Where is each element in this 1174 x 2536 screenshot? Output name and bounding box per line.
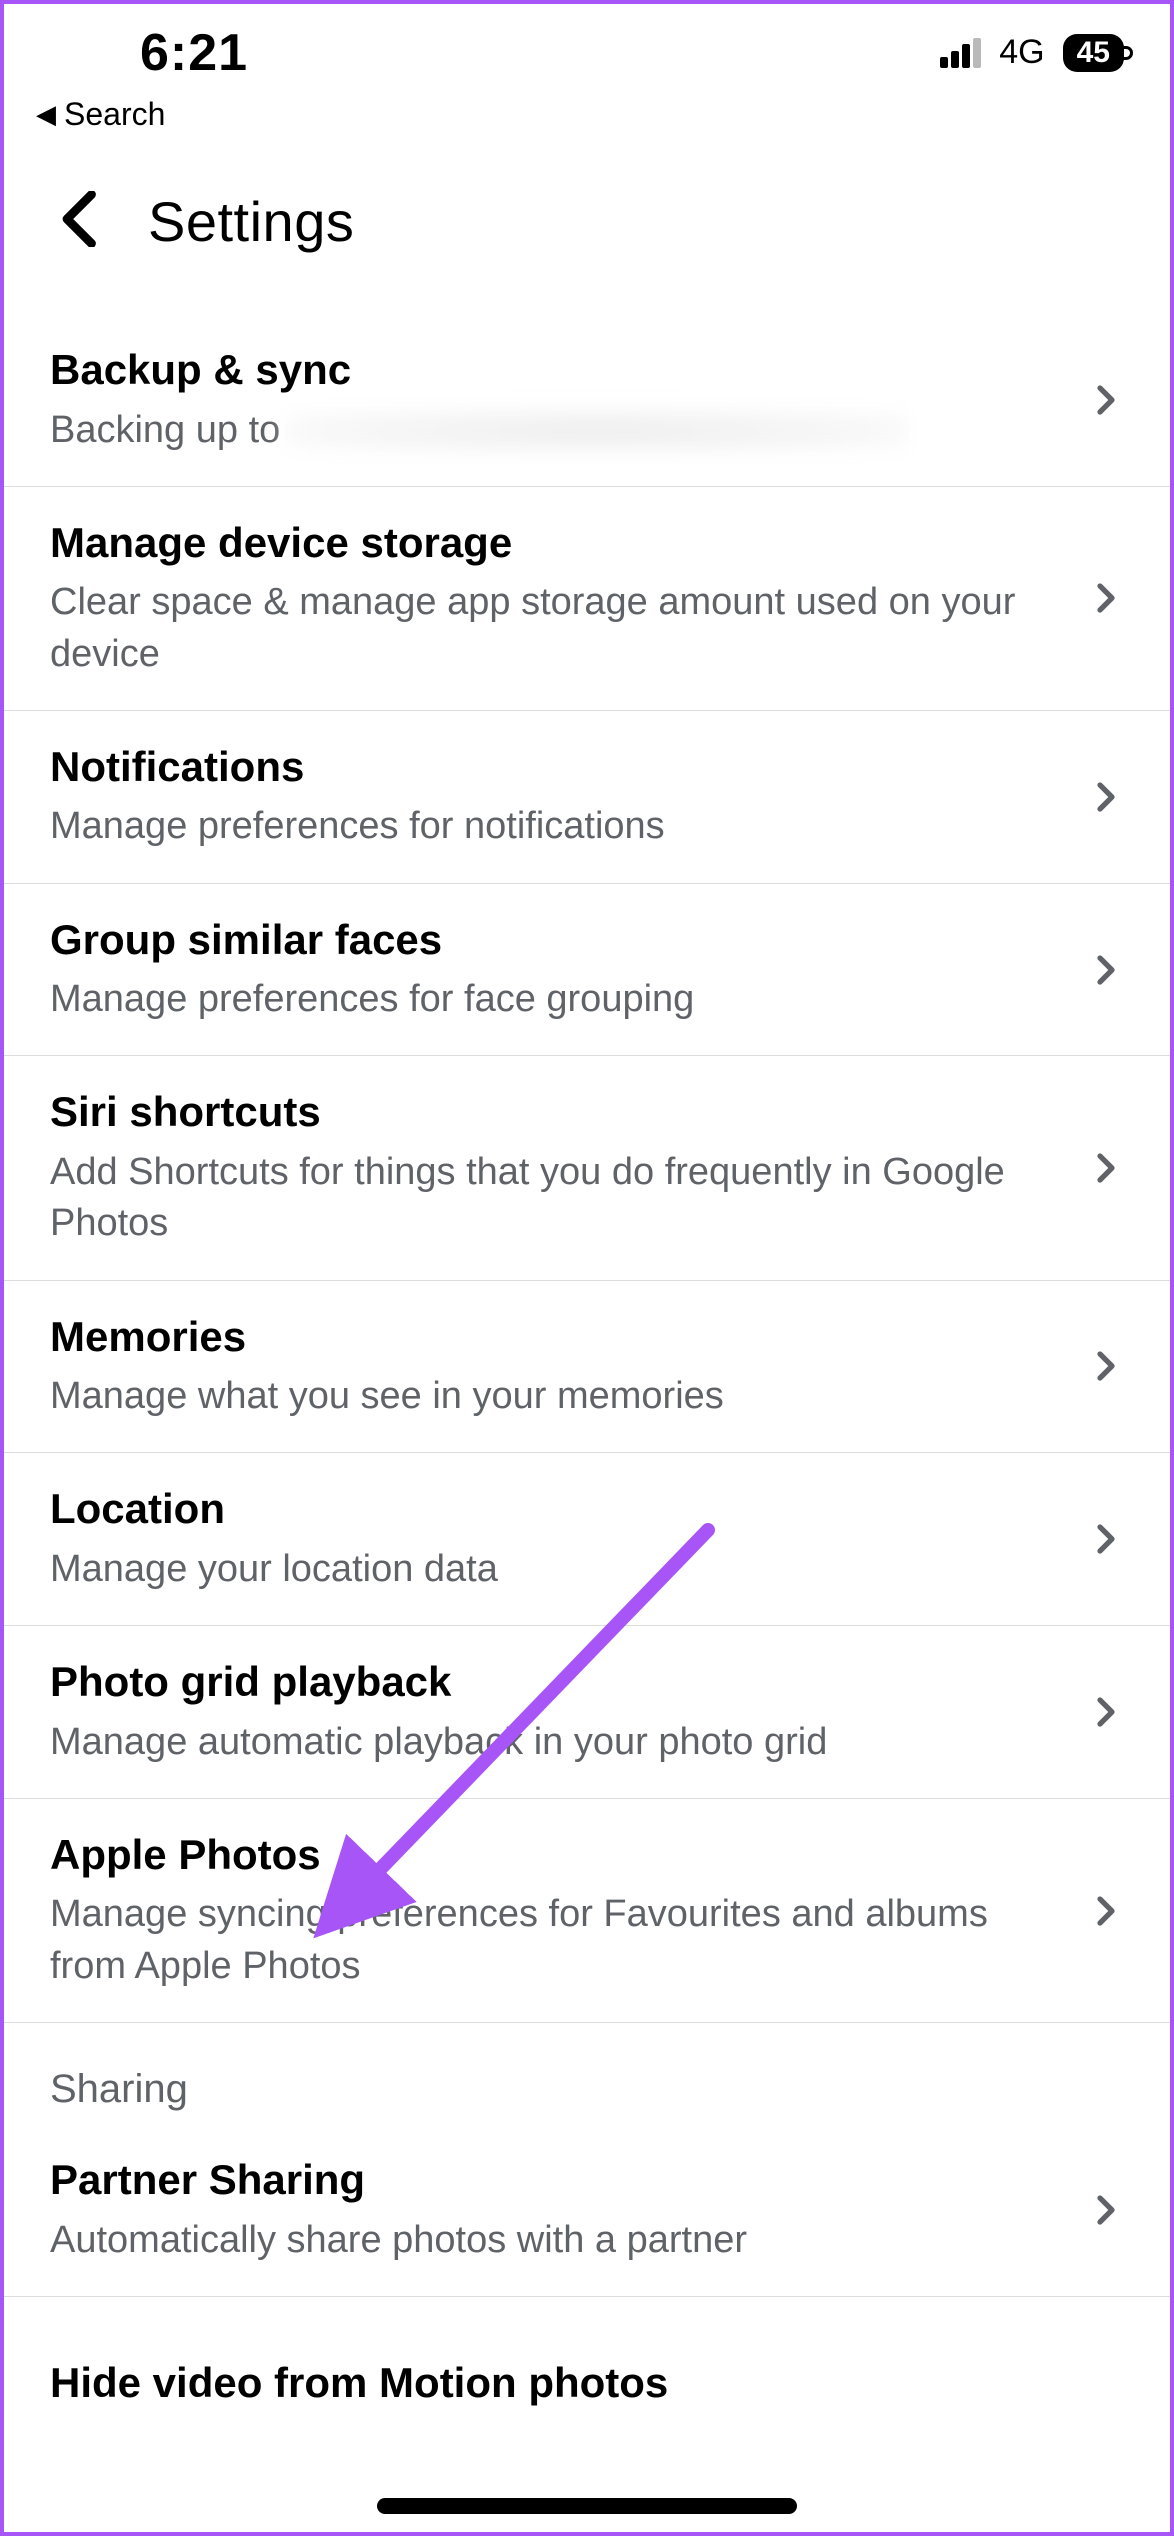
row-title: Backup & sync: [50, 344, 1068, 397]
cellular-signal-icon: [940, 38, 981, 68]
row-subtitle: Automatically share photos with a partne…: [50, 2215, 1068, 2266]
app-header: Settings: [0, 133, 1174, 294]
chevron-right-icon: [1088, 1694, 1124, 1730]
network-type: 4G: [999, 33, 1044, 72]
row-title: Memories: [50, 1311, 1068, 1364]
chevron-right-icon: [1088, 1893, 1124, 1929]
settings-row-apple-photos[interactable]: Apple Photos Manage syncing preferences …: [0, 1799, 1174, 2023]
row-subtitle: Manage what you see in your memories: [50, 1371, 1068, 1422]
settings-row-siri-shortcuts[interactable]: Siri shortcuts Add Shortcuts for things …: [0, 1056, 1174, 1280]
status-right: 4G 45: [940, 33, 1124, 72]
row-title: Photo grid playback: [50, 1656, 1068, 1709]
breadcrumb[interactable]: ◀ Search: [0, 90, 1174, 133]
settings-row-backup-sync[interactable]: Backup & sync Backing up to: [0, 314, 1174, 487]
row-subtitle: Manage preferences for notifications: [50, 801, 1068, 852]
row-subtitle: Backing up to: [50, 405, 1068, 456]
settings-row-notifications[interactable]: Notifications Manage preferences for not…: [0, 711, 1174, 884]
breadcrumb-caret-icon: ◀: [36, 99, 56, 130]
row-subtitle: Clear space & manage app storage amount …: [50, 577, 1068, 680]
row-title: Partner Sharing: [50, 2154, 1068, 2207]
settings-row-photo-grid-playback[interactable]: Photo grid playback Manage automatic pla…: [0, 1626, 1174, 1799]
settings-list: Backup & sync Backing up to Manage devic…: [0, 294, 1174, 2439]
settings-row-hide-video-motion-photos[interactable]: Hide video from Motion photos: [0, 2296, 1174, 2440]
row-title: Siri shortcuts: [50, 1086, 1068, 1139]
chevron-right-icon: [1088, 580, 1124, 616]
chevron-right-icon: [1088, 1521, 1124, 1557]
row-title: Group similar faces: [50, 914, 1068, 967]
row-subtitle: Manage automatic playback in your photo …: [50, 1717, 1068, 1768]
row-subtitle: Manage syncing preferences for Favourite…: [50, 1889, 1068, 1992]
page-title: Settings: [148, 189, 354, 254]
section-header-sharing: Sharing: [0, 2023, 1174, 2124]
settings-row-manage-device-storage[interactable]: Manage device storage Clear space & mana…: [0, 487, 1174, 711]
settings-row-location[interactable]: Location Manage your location data: [0, 1453, 1174, 1626]
breadcrumb-label: Search: [64, 96, 165, 133]
chevron-right-icon: [1088, 1348, 1124, 1384]
row-subtitle: Manage your location data: [50, 1544, 1068, 1595]
row-title: Hide video from Motion photos: [50, 2357, 1124, 2410]
home-indicator[interactable]: [377, 2498, 797, 2514]
back-button[interactable]: [60, 191, 102, 252]
row-subtitle: Manage preferences for face grouping: [50, 974, 1068, 1025]
redacted-email: [287, 409, 907, 453]
chevron-left-icon: [60, 191, 102, 247]
status-time: 6:21: [140, 23, 248, 83]
chevron-right-icon: [1088, 779, 1124, 815]
chevron-right-icon: [1088, 952, 1124, 988]
settings-row-group-similar-faces[interactable]: Group similar faces Manage preferences f…: [0, 884, 1174, 1057]
row-title: Notifications: [50, 741, 1068, 794]
battery-indicator: 45: [1063, 34, 1124, 72]
chevron-right-icon: [1088, 382, 1124, 418]
row-title: Location: [50, 1483, 1068, 1536]
row-subtitle: Add Shortcuts for things that you do fre…: [50, 1147, 1068, 1250]
settings-row-memories[interactable]: Memories Manage what you see in your mem…: [0, 1281, 1174, 1454]
chevron-right-icon: [1088, 2192, 1124, 2228]
settings-row-partner-sharing[interactable]: Partner Sharing Automatically share phot…: [0, 2124, 1174, 2296]
chevron-right-icon: [1088, 1150, 1124, 1186]
row-title: Manage device storage: [50, 517, 1068, 570]
row-title: Apple Photos: [50, 1829, 1068, 1882]
status-bar: 6:21 4G 45: [0, 0, 1174, 90]
